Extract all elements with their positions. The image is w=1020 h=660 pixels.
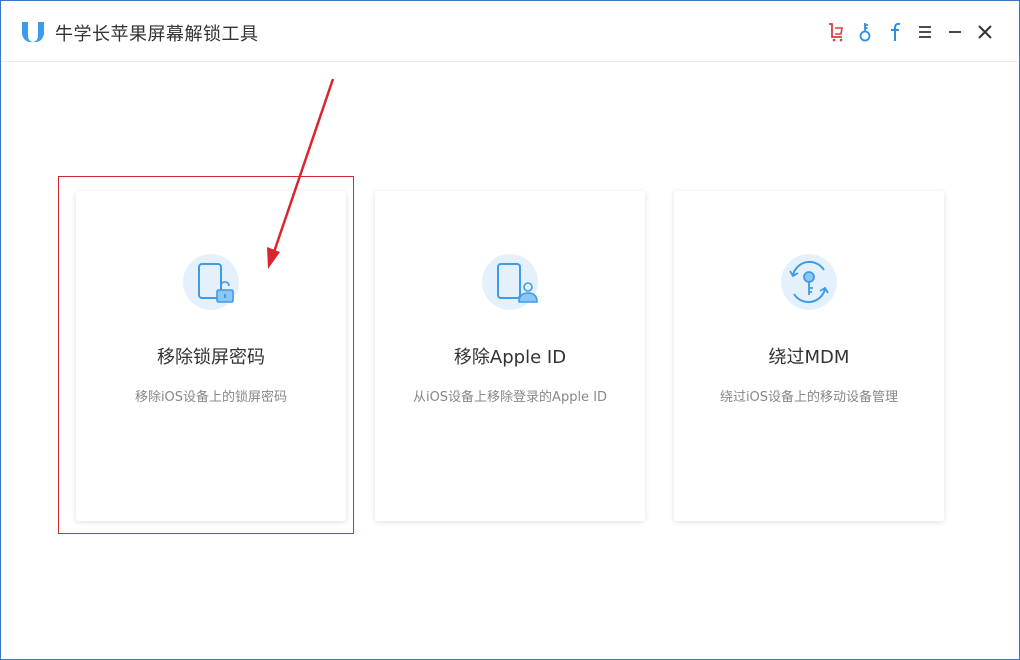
card-remove-apple-id[interactable]: 移除Apple ID 从iOS设备上移除登录的Apple ID (375, 191, 645, 521)
app-logo-icon (22, 22, 44, 43)
minimize-icon (949, 31, 961, 33)
title-bar: 牛学长苹果屏幕解锁工具 (1, 1, 1019, 62)
card-remove-screen-passcode[interactable]: 移除锁屏密码 移除iOS设备上的锁屏密码 (76, 191, 346, 521)
cart-button[interactable] (825, 21, 847, 43)
card-title: 绕过MDM (768, 347, 850, 368)
card-description: 移除iOS设备上的锁屏密码 (134, 390, 288, 405)
app-window: 牛学长苹果屏幕解锁工具 移除锁屏密码 移除iOS设备上的锁屏密码 移除Apple… (0, 0, 1020, 660)
phone-lock-icon (183, 254, 239, 310)
menu-button[interactable] (914, 21, 936, 43)
phone-user-icon (482, 254, 538, 310)
key-button[interactable] (854, 21, 876, 43)
facebook-button[interactable] (884, 21, 906, 43)
menu-icon (919, 26, 931, 38)
card-bypass-mdm[interactable]: 绕过MDM 绕过iOS设备上的移动设备管理 (674, 191, 944, 521)
card-description: 绕过iOS设备上的移动设备管理 (719, 390, 899, 405)
cart-icon (829, 23, 843, 42)
close-icon (978, 25, 992, 39)
minimize-button[interactable] (944, 21, 966, 43)
card-title: 移除锁屏密码 (157, 347, 265, 368)
key-refresh-icon (781, 254, 837, 310)
card-title: 移除Apple ID (453, 347, 567, 368)
facebook-icon (891, 22, 901, 41)
key-icon (859, 23, 871, 42)
app-title: 牛学长苹果屏幕解锁工具 (55, 24, 259, 45)
close-button[interactable] (974, 21, 996, 43)
card-description: 从iOS设备上移除登录的Apple ID (412, 390, 608, 405)
